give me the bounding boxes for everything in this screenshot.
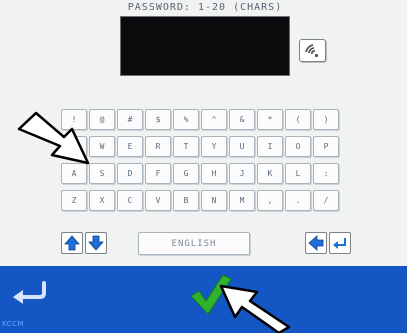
- back-button[interactable]: [10, 277, 50, 305]
- back-arrow-icon: [13, 281, 46, 304]
- wifi-icon: [305, 44, 319, 58]
- key[interactable]: X: [89, 190, 115, 211]
- key[interactable]: $: [145, 109, 171, 130]
- key[interactable]: M: [229, 190, 255, 211]
- shift-up-button[interactable]: [61, 232, 83, 254]
- key[interactable]: I: [257, 136, 283, 157]
- key[interactable]: ,: [257, 190, 283, 211]
- key[interactable]: .: [285, 190, 311, 211]
- key[interactable]: (: [285, 109, 311, 130]
- key[interactable]: G: [173, 163, 199, 184]
- key[interactable]: C: [117, 190, 143, 211]
- key[interactable]: B: [173, 190, 199, 211]
- key[interactable]: T: [173, 136, 199, 157]
- key[interactable]: &: [229, 109, 255, 130]
- backspace-button[interactable]: [305, 232, 327, 254]
- arrow-left-icon: [308, 235, 324, 251]
- brand-logo: KCCM: [2, 320, 25, 328]
- key[interactable]: R: [145, 136, 171, 157]
- key[interactable]: U: [229, 136, 255, 157]
- shift-down-button[interactable]: [85, 232, 107, 254]
- key[interactable]: /: [313, 190, 339, 211]
- screen: PASSWORD: 1-20 (CHARS) !@#$%^&*()QWERTYU…: [0, 0, 407, 333]
- key[interactable]: F: [145, 163, 171, 184]
- wifi-button[interactable]: [299, 39, 326, 62]
- key[interactable]: %: [173, 109, 199, 130]
- password-field[interactable]: [120, 16, 290, 76]
- key[interactable]: ): [313, 109, 339, 130]
- key[interactable]: Z: [61, 190, 87, 211]
- pointer-arrow-left-icon: [17, 111, 90, 165]
- key[interactable]: ^: [201, 109, 227, 130]
- key[interactable]: D: [117, 163, 143, 184]
- bottom-toolbar: KCCM: [0, 266, 407, 333]
- arrow-down-icon: [88, 235, 104, 251]
- key[interactable]: H: [201, 163, 227, 184]
- key[interactable]: E: [117, 136, 143, 157]
- key[interactable]: L: [285, 163, 311, 184]
- enter-icon: [333, 238, 346, 249]
- pointer-arrow-bottom-icon: [219, 284, 291, 333]
- password-label: PASSWORD: 1-20 (CHARS): [127, 2, 283, 13]
- key[interactable]: #: [117, 109, 143, 130]
- key[interactable]: O: [285, 136, 311, 157]
- enter-button[interactable]: [329, 232, 351, 254]
- key[interactable]: K: [257, 163, 283, 184]
- key[interactable]: *: [257, 109, 283, 130]
- key[interactable]: V: [145, 190, 171, 211]
- key[interactable]: J: [229, 163, 255, 184]
- key[interactable]: Y: [201, 136, 227, 157]
- key[interactable]: P: [313, 136, 339, 157]
- space-language-key[interactable]: ENGLISH: [138, 232, 250, 255]
- key[interactable]: :: [313, 163, 339, 184]
- key[interactable]: N: [201, 190, 227, 211]
- arrow-up-icon: [64, 235, 80, 251]
